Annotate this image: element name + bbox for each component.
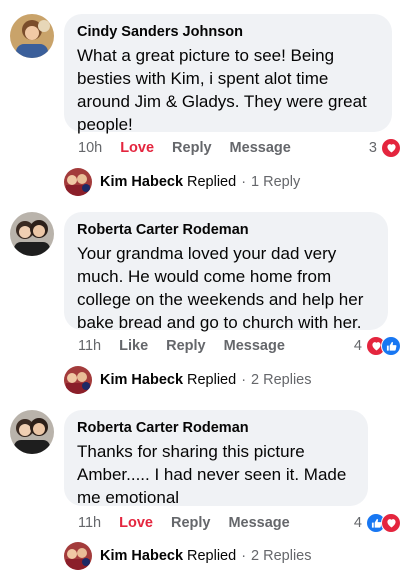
avatar-roberta[interactable] — [10, 410, 54, 454]
reaction-summary[interactable]: 4 — [354, 512, 401, 534]
reply-count: 2 Replies — [251, 372, 312, 388]
reaction-count: 3 — [368, 140, 377, 156]
reply-author: Kim Habeck — [100, 174, 184, 190]
avatar-cindy[interactable] — [10, 14, 54, 58]
reply-button[interactable]: Reply — [171, 515, 211, 531]
reply-author: Kim Habeck — [100, 372, 184, 388]
replied-label: Replied — [187, 372, 237, 388]
reaction-summary[interactable]: 4 — [354, 335, 401, 357]
reply-count: 2 Replies — [251, 548, 312, 564]
heart-reaction-icon — [381, 138, 401, 158]
comment-actions: 11h Like Reply Message — [78, 335, 303, 357]
comment-author[interactable]: Cindy Sanders Johnson — [77, 23, 379, 41]
avatar-kim — [64, 542, 92, 570]
comment-text: Your grandma loved your dad very much. H… — [77, 244, 364, 332]
replies-row[interactable]: Kim Habeck Replied · 2 Replies — [64, 542, 311, 570]
message-button[interactable]: Message — [230, 140, 291, 156]
comment-text: What a great picture to see! Being besti… — [77, 46, 367, 134]
reply-button[interactable]: Reply — [172, 140, 212, 156]
heart-reaction-icon — [381, 513, 401, 533]
reply-author: Kim Habeck — [100, 548, 184, 564]
avatar-kim — [64, 168, 92, 196]
replies-row[interactable]: Kim Habeck Replied · 2 Replies — [64, 366, 311, 394]
replied-label: Replied — [187, 174, 237, 190]
like-reaction-icon — [381, 336, 401, 356]
replied-label: Replied — [187, 548, 237, 564]
message-button[interactable]: Message — [224, 338, 285, 354]
avatar-roberta[interactable] — [10, 212, 54, 256]
comment-author[interactable]: Roberta Carter Rodeman — [77, 221, 375, 239]
separator-dot: · — [241, 174, 247, 190]
reaction-count: 4 — [353, 515, 362, 531]
comment-time[interactable]: 11h — [78, 515, 101, 531]
comment-time[interactable]: 10h — [78, 140, 102, 156]
love-button[interactable]: Love — [119, 515, 153, 531]
comment-text: Thanks for sharing this picture Amber...… — [77, 442, 347, 507]
comment-bubble: Roberta Carter Rodeman Your grandma love… — [64, 212, 388, 332]
reply-count: 1 Reply — [251, 174, 301, 190]
comment-time[interactable]: 11h — [78, 338, 101, 354]
comment-bubble: Roberta Carter Rodeman Thanks for sharin… — [64, 410, 368, 507]
reply-button[interactable]: Reply — [166, 338, 206, 354]
like-button[interactable]: Like — [119, 338, 148, 354]
reaction-count: 4 — [353, 338, 362, 354]
reaction-summary[interactable]: 3 — [369, 137, 401, 159]
separator-dot: · — [241, 548, 247, 564]
avatar-kim — [64, 366, 92, 394]
comment-actions: 10h Love Reply Message — [78, 137, 309, 159]
comment-bubble: Cindy Sanders Johnson What a great pictu… — [64, 14, 392, 134]
message-button[interactable]: Message — [228, 515, 289, 531]
comment-actions: 11h Love Reply Message — [78, 512, 308, 534]
replies-row[interactable]: Kim Habeck Replied · 1 Reply — [64, 168, 300, 196]
comment-author[interactable]: Roberta Carter Rodeman — [77, 419, 355, 437]
love-button[interactable]: Love — [120, 140, 154, 156]
separator-dot: · — [241, 372, 247, 388]
